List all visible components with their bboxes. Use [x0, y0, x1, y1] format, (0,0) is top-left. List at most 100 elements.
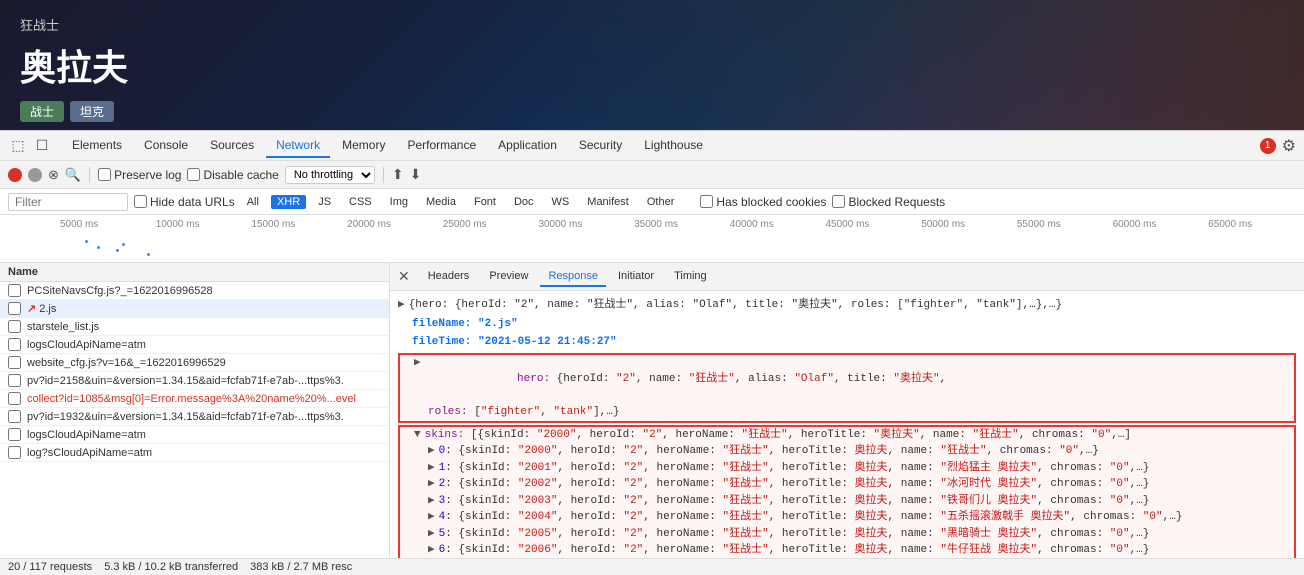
devtools-tab-bar: ⬚ ☐ Elements Console Sources Network Mem… [0, 131, 1304, 161]
throttle-select[interactable]: No throttling [285, 166, 375, 184]
request-name: logsCloudApiName=atm [27, 339, 146, 351]
tab-performance[interactable]: Performance [397, 134, 486, 158]
response-panel: ✕ Headers Preview Response Initiator Tim… [390, 263, 1304, 558]
timeline-label-2: 15000 ms [251, 219, 347, 230]
name-column-header: Name [8, 266, 38, 278]
response-tab-preview[interactable]: Preview [481, 267, 536, 287]
filter-tab-other[interactable]: Other [641, 195, 681, 209]
requests-count: 20 / 117 requests [8, 561, 92, 573]
skins-expand-icon[interactable]: ▼ [414, 427, 421, 444]
hero-expand-icon[interactable]: ▶ [414, 355, 421, 372]
request-item-error[interactable]: collect?id=1085&msg[0]=Error.message%3A%… [0, 390, 389, 408]
skin-item-5: ▶ 5: {skinId: "2005", heroId: "2", heroN… [400, 526, 1294, 543]
expand-icon[interactable]: ▶ [398, 297, 405, 314]
notification-badge: 1 [1260, 138, 1276, 154]
hero-line: ▶ hero: {heroId: "2", name: "狂战士", alias… [400, 355, 1294, 405]
hero-data-section: ▶ hero: {heroId: "2", name: "狂战士", alias… [398, 353, 1296, 423]
filter-tab-doc[interactable]: Doc [508, 195, 540, 209]
timeline: 5000 ms 10000 ms 15000 ms 20000 ms 25000… [0, 215, 1304, 263]
request-item[interactable]: ↗ 2.js [0, 300, 389, 318]
timeline-label-7: 40000 ms [730, 219, 826, 230]
filetime-line: fileTime: "2021-05-12 21:45:27" [398, 334, 1296, 351]
timeline-dot [122, 243, 125, 246]
export-icon[interactable]: ⬇ [410, 166, 422, 183]
request-item[interactable]: logsCloudApiName=atm [0, 426, 389, 444]
request-name: collect?id=1085&msg[0]=Error.message%3A%… [27, 393, 356, 405]
request-item[interactable]: pv?id=2158&uin=&version=1.34.15&aid=fcfa… [0, 372, 389, 390]
hero-tag-fighter: 战士 [20, 101, 64, 122]
stop-button[interactable] [28, 168, 42, 182]
response-tab-timing[interactable]: Timing [666, 267, 715, 287]
request-checkbox[interactable] [8, 302, 21, 315]
device-icon[interactable]: ☐ [32, 136, 52, 156]
preserve-log-checkbox[interactable]: Preserve log [98, 168, 181, 182]
timeline-label-4: 25000 ms [443, 219, 539, 230]
search-icon[interactable]: 🔍 [65, 167, 81, 183]
timeline-label-9: 50000 ms [921, 219, 1017, 230]
timeline-label-5: 30000 ms [538, 219, 634, 230]
tab-application[interactable]: Application [488, 134, 567, 158]
request-checkbox[interactable] [8, 320, 21, 333]
filter-icon[interactable]: ⊗ [48, 167, 59, 183]
response-tab-response[interactable]: Response [540, 267, 606, 287]
timeline-label-0: 5000 ms [60, 219, 156, 230]
timeline-labels: 5000 ms 10000 ms 15000 ms 20000 ms 25000… [60, 219, 1304, 230]
request-checkbox[interactable] [8, 338, 21, 351]
request-item[interactable]: PCSiteNavsCfg.js?_=1622016996528 [0, 282, 389, 300]
request-name: log?sCloudApiName=atm [27, 447, 152, 459]
status-bar: 20 / 117 requests 5.3 kB / 10.2 kB trans… [0, 558, 1304, 575]
filter-tab-js[interactable]: JS [312, 195, 337, 209]
tab-lighthouse[interactable]: Lighthouse [634, 134, 713, 158]
request-checkbox[interactable] [8, 428, 21, 441]
record-button[interactable] [8, 168, 22, 182]
settings-icon[interactable]: ⚙ [1282, 136, 1296, 156]
response-tab-initiator[interactable]: Initiator [610, 267, 662, 287]
request-checkbox[interactable] [8, 446, 21, 459]
filter-tab-css[interactable]: CSS [343, 195, 378, 209]
filter-bar: Hide data URLs All XHR JS CSS Img Media … [0, 189, 1304, 215]
filter-input[interactable] [8, 193, 128, 211]
skins-data-section: ▼ skins: [{skinId: "2000", heroId: "2", … [398, 425, 1296, 559]
import-icon[interactable]: ⬆ [392, 166, 404, 183]
filter-tab-img[interactable]: Img [384, 195, 414, 209]
disable-cache-checkbox[interactable]: Disable cache [187, 168, 278, 182]
tab-elements[interactable]: Elements [62, 134, 132, 158]
request-checkbox[interactable] [8, 374, 21, 387]
request-item[interactable]: logsCloudApiName=atm [0, 336, 389, 354]
request-checkbox[interactable] [8, 284, 21, 297]
request-item[interactable]: log?sCloudApiName=atm [0, 444, 389, 462]
has-blocked-cookies-checkbox[interactable]: Has blocked cookies [700, 195, 826, 209]
response-content[interactable]: ▶ {hero: {heroId: "2", name: "狂战士", alia… [390, 291, 1304, 558]
request-item[interactable]: website_cfg.js?v=16&_=1622016996529 [0, 354, 389, 372]
blocked-requests-checkbox[interactable]: Blocked Requests [832, 195, 945, 209]
filter-tab-xhr[interactable]: XHR [271, 195, 306, 209]
tab-console[interactable]: Console [134, 134, 198, 158]
hero-title: 奥拉夫 [20, 39, 128, 91]
request-checkbox[interactable] [8, 392, 21, 405]
close-response-button[interactable]: ✕ [398, 268, 410, 285]
request-item[interactable]: pv?id=1932&uin=&version=1.34.15&aid=fcfa… [0, 408, 389, 426]
request-checkbox[interactable] [8, 356, 21, 369]
json-summary-line: ▶ {hero: {heroId: "2", name: "狂战士", alia… [398, 297, 1296, 314]
response-tab-headers[interactable]: Headers [420, 267, 478, 287]
filter-tab-all[interactable]: All [241, 195, 265, 209]
tab-memory[interactable]: Memory [332, 134, 395, 158]
filter-tab-ws[interactable]: WS [546, 195, 576, 209]
tab-network[interactable]: Network [266, 134, 330, 158]
timeline-label-12: 65000 ms [1208, 219, 1304, 230]
hide-data-urls-checkbox[interactable]: Hide data URLs [134, 195, 235, 209]
inspect-icon[interactable]: ⬚ [8, 136, 28, 156]
request-name: pv?id=2158&uin=&version=1.34.15&aid=fcfa… [27, 375, 344, 387]
tab-security[interactable]: Security [569, 134, 632, 158]
request-name: PCSiteNavsCfg.js?_=1622016996528 [27, 285, 213, 297]
request-name: pv?id=1932&uin=&version=1.34.15&aid=fcfa… [27, 411, 344, 423]
skin-item-2: ▶ 2: {skinId: "2002", heroId: "2", heroN… [400, 476, 1294, 493]
network-toolbar: ⊗ 🔍 Preserve log Disable cache No thrott… [0, 161, 1304, 189]
tab-sources[interactable]: Sources [200, 134, 264, 158]
hero-line-text: hero: {heroId: "2", name: "狂战士", alias: … [425, 355, 947, 405]
request-checkbox[interactable] [8, 410, 21, 423]
request-item[interactable]: starstele_list.js [0, 318, 389, 336]
filter-tab-media[interactable]: Media [420, 195, 462, 209]
filter-tab-manifest[interactable]: Manifest [581, 195, 635, 209]
filter-tab-font[interactable]: Font [468, 195, 502, 209]
